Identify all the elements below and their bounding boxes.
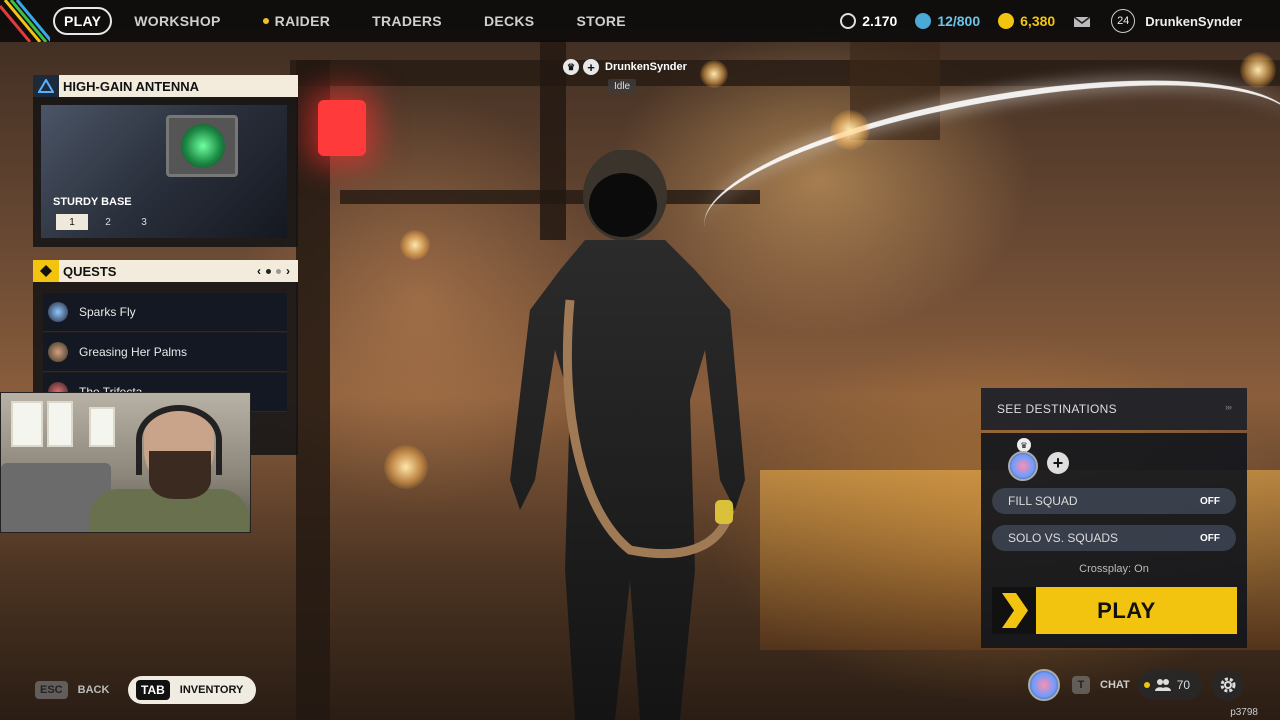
- fill-squad-toggle[interactable]: FILL SQUAD OFF: [992, 488, 1236, 514]
- main-nav: PLAY WORKSHOP RAIDER TRADERS DECKS STORE: [53, 7, 668, 35]
- friends-count: 70: [1176, 678, 1191, 692]
- nav-traders[interactable]: TRADERS: [372, 13, 442, 29]
- nav-raider-label: RAIDER: [274, 13, 331, 29]
- see-destinations-label: SEE DESTINATIONS: [997, 402, 1117, 416]
- webcam-window: [89, 407, 115, 447]
- settings-button[interactable]: [1212, 669, 1245, 701]
- antenna-triangle-icon: [33, 75, 59, 97]
- token-value: 12/800: [937, 13, 981, 29]
- friends-dot-icon: [1143, 682, 1150, 688]
- see-destinations-button[interactable]: SEE DESTINATIONS ›››: [981, 388, 1247, 430]
- add-squad-member-button[interactable]: +: [1047, 452, 1069, 474]
- webcam-overlay: [0, 392, 251, 533]
- quests-title: QUESTS: [63, 263, 117, 279]
- inventory-button[interactable]: TAB INVENTORY: [128, 676, 256, 704]
- crown-icon: ♛: [1017, 438, 1031, 452]
- token-icon: [915, 13, 932, 29]
- antenna-header: HIGH-GAIN ANTENNA: [33, 75, 298, 97]
- coin-icon: [998, 13, 1015, 29]
- squad-avatar[interactable]: [1008, 451, 1038, 481]
- level-badge[interactable]: 24: [1111, 9, 1136, 33]
- back-button[interactable]: ESC BACK: [35, 681, 109, 699]
- esc-key: ESC: [35, 681, 68, 699]
- tab-key: TAB: [136, 680, 170, 700]
- crown-icon: ♛: [563, 59, 579, 75]
- player-status: Idle: [608, 79, 637, 94]
- crossplay-status: Crossplay: On: [1079, 563, 1149, 575]
- quests-header: QUESTS ‹ ›: [33, 260, 298, 282]
- play-panel: ♛ + FILL SQUAD OFF SOLO VS. SQUADS OFF C…: [981, 433, 1247, 648]
- add-friend-icon[interactable]: +: [583, 59, 599, 75]
- back-label: BACK: [77, 684, 110, 696]
- friends-button[interactable]: 70: [1137, 670, 1203, 700]
- player-status-label: Idle: [614, 81, 631, 92]
- cred-currency[interactable]: 2.170: [840, 13, 897, 29]
- raider-character: [510, 150, 745, 720]
- coin-currency[interactable]: 6,380: [998, 13, 1055, 29]
- webcam-window: [11, 401, 43, 447]
- cred-value: 2.170: [862, 13, 898, 29]
- quest-avatar: [48, 302, 68, 322]
- gear-icon: [1220, 677, 1236, 693]
- play-button[interactable]: PLAY: [992, 587, 1237, 634]
- chevron-left-icon[interactable]: ‹: [257, 264, 261, 278]
- nav-raider[interactable]: RAIDER: [262, 13, 331, 29]
- nav-play[interactable]: PLAY: [53, 7, 113, 35]
- play-chevron-icon: [992, 587, 1036, 634]
- solo-vs-squads-value: OFF: [1200, 532, 1220, 544]
- cred-icon: [840, 13, 857, 29]
- fill-squad-value: OFF: [1200, 495, 1220, 507]
- solo-vs-squads-toggle[interactable]: SOLO VS. SQUADS OFF: [992, 525, 1236, 551]
- token-currency[interactable]: 12/800: [915, 13, 980, 29]
- quest-avatar: [48, 342, 68, 362]
- player-tag-name: DrunkenSynder: [605, 61, 687, 73]
- chat-key: T: [1072, 676, 1090, 694]
- high-gain-antenna-panel[interactable]: HIGH-GAIN ANTENNA STURDY BASE 1 2 3: [33, 75, 298, 247]
- headset-icon: [136, 405, 222, 475]
- quests-pager: ‹ ›: [257, 264, 290, 278]
- radar-icon: [181, 124, 225, 168]
- quest-label: Greasing Her Palms: [79, 345, 188, 359]
- webcam-window: [47, 401, 73, 447]
- antenna-subtitle: STURDY BASE: [53, 196, 132, 208]
- player-tag: ♛ + DrunkenSynder: [563, 59, 687, 75]
- antenna-image: STURDY BASE 1 2 3: [41, 105, 287, 238]
- page-dot-1[interactable]: [266, 268, 271, 274]
- quest-label: Sparks Fly: [79, 305, 136, 319]
- fill-squad-label: FILL SQUAD: [1008, 494, 1078, 508]
- coin-value: 6,380: [1020, 13, 1056, 29]
- notification-dot-icon: [262, 18, 269, 24]
- friends-icon: [1154, 679, 1171, 691]
- inventory-label: INVENTORY: [179, 684, 244, 696]
- chevron-right-icon[interactable]: ›: [286, 264, 290, 278]
- chat-button[interactable]: CHAT: [1100, 679, 1130, 691]
- antenna-tabs: 1 2 3: [56, 214, 160, 230]
- antenna-tab-2[interactable]: 2: [92, 214, 124, 230]
- play-button-label: PLAY: [1097, 597, 1156, 623]
- quest-diamond-icon: [33, 260, 59, 282]
- build-id: p3798: [1230, 707, 1258, 718]
- nav-decks[interactable]: DECKS: [484, 13, 535, 29]
- quest-item[interactable]: Sparks Fly: [43, 293, 287, 332]
- nav-store[interactable]: STORE: [576, 13, 625, 29]
- top-navbar: PLAY WORKSHOP RAIDER TRADERS DECKS STORE…: [0, 0, 1280, 42]
- solo-vs-squads-label: SOLO VS. SQUADS: [1008, 531, 1119, 545]
- avatar[interactable]: [1028, 669, 1060, 701]
- nav-workshop[interactable]: WORKSHOP: [134, 13, 220, 29]
- mail-icon[interactable]: [1073, 14, 1091, 28]
- antenna-tab-1[interactable]: 1: [56, 214, 88, 230]
- quest-item[interactable]: Greasing Her Palms: [43, 333, 287, 372]
- radar-monitor: [166, 115, 238, 177]
- page-dot-2[interactable]: [276, 268, 281, 274]
- antenna-tab-3[interactable]: 3: [128, 214, 160, 230]
- username[interactable]: DrunkenSynder: [1145, 14, 1242, 29]
- chevrons-right-icon: ›››: [1225, 402, 1232, 412]
- rainbow-stripes-logo: [0, 0, 50, 42]
- currency-bar: 2.170 12/800 6,380 24 DrunkenSynder: [840, 0, 1280, 42]
- antenna-title: HIGH-GAIN ANTENNA: [63, 78, 200, 94]
- bottom-right-controls: T CHAT 70: [1028, 669, 1245, 701]
